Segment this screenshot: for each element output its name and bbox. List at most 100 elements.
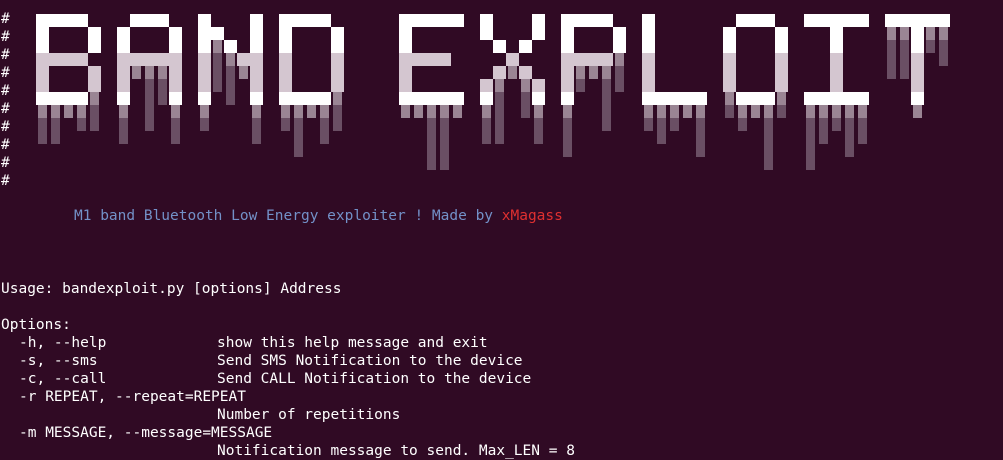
banner-pixel bbox=[749, 92, 762, 105]
banner-drip bbox=[145, 105, 154, 118]
banner-pixel bbox=[279, 92, 292, 105]
banner-drip bbox=[495, 79, 504, 92]
banner-pixel bbox=[117, 66, 130, 79]
banner-drip bbox=[764, 105, 773, 118]
banner-pixel bbox=[224, 40, 237, 53]
banner-pixel bbox=[736, 92, 749, 105]
banner-pixel bbox=[532, 14, 545, 27]
banner-pixel bbox=[655, 92, 668, 105]
banner-pixel bbox=[88, 40, 101, 53]
banner-pixel bbox=[412, 53, 425, 66]
banner-pixel bbox=[911, 27, 924, 40]
banner-pixel bbox=[117, 27, 130, 40]
banner-drip bbox=[738, 105, 747, 118]
banner-pixel bbox=[911, 53, 924, 66]
banner-drip bbox=[563, 105, 572, 118]
banner-drip bbox=[90, 118, 99, 131]
banner-pixel bbox=[762, 92, 775, 105]
banner-drip bbox=[806, 105, 815, 118]
banner-drip bbox=[90, 105, 99, 118]
banner-drip bbox=[900, 27, 909, 40]
banner-pixel bbox=[723, 66, 736, 79]
banner-drip bbox=[132, 66, 141, 79]
banner-pixel bbox=[898, 14, 911, 27]
banner-drip bbox=[119, 118, 128, 131]
banner-pixel bbox=[480, 79, 493, 92]
banner-drip bbox=[751, 105, 760, 118]
banner-pixel bbox=[587, 14, 600, 27]
banner-drip bbox=[440, 105, 449, 118]
terminal-window[interactable]: # # # # # # # # # # M1 band Bluetooth Low Energy … bbox=[0, 0, 1003, 460]
banner-pixel bbox=[723, 27, 736, 40]
banner-drip bbox=[900, 66, 909, 79]
banner-pixel bbox=[331, 66, 344, 79]
banner-drip bbox=[657, 118, 666, 131]
banner-drip bbox=[119, 131, 128, 144]
banner-drip bbox=[495, 92, 504, 105]
banner-pixel bbox=[817, 14, 830, 27]
option-help-desc: show this help message and exit bbox=[217, 335, 488, 351]
banner-pixel bbox=[198, 66, 211, 79]
banner-drip bbox=[90, 92, 99, 105]
banner-drip bbox=[845, 118, 854, 131]
banner-drip bbox=[764, 131, 773, 144]
tagline: M1 band Bluetooth Low Energy exploiter !… bbox=[74, 207, 563, 225]
banner-drip bbox=[213, 66, 222, 79]
banner-drip bbox=[119, 105, 128, 118]
banner-pixel bbox=[143, 14, 156, 27]
banner-drip bbox=[495, 118, 504, 131]
banner-comment-mark: # bbox=[1, 137, 10, 153]
banner-drip bbox=[563, 118, 572, 131]
banner-drip bbox=[738, 118, 747, 131]
banner-pixel bbox=[169, 27, 182, 40]
banner-pixel bbox=[198, 53, 211, 66]
banner-pixel bbox=[830, 14, 843, 27]
banner-drip bbox=[777, 92, 786, 105]
banner-pixel bbox=[519, 66, 532, 79]
banner-pixel bbox=[506, 53, 519, 66]
banner-pixel bbox=[318, 92, 331, 105]
banner-drip bbox=[806, 157, 815, 170]
banner-drip bbox=[832, 118, 841, 131]
banner-pixel bbox=[519, 40, 532, 53]
banner-pixel bbox=[587, 53, 600, 66]
banner-drip bbox=[670, 105, 679, 118]
banner-drip bbox=[806, 131, 815, 144]
banner-pixel bbox=[642, 14, 655, 27]
banner-pixel bbox=[911, 66, 924, 79]
banner-comment-mark: # bbox=[1, 101, 10, 117]
banner-drip bbox=[427, 144, 436, 157]
banner-pixel bbox=[480, 92, 493, 105]
banner-comment-mark: # bbox=[1, 173, 10, 189]
banner-drip bbox=[696, 118, 705, 131]
banner-pixel bbox=[480, 14, 493, 27]
banner-pixel bbox=[88, 27, 101, 40]
banner-pixel bbox=[250, 14, 263, 27]
banner-drip bbox=[887, 27, 896, 40]
banner-drip bbox=[683, 105, 692, 118]
banner-drip bbox=[615, 53, 624, 66]
banner-drip bbox=[200, 105, 209, 118]
banner-drip bbox=[670, 118, 679, 131]
banner-pixel bbox=[830, 40, 843, 53]
banner-pixel bbox=[117, 40, 130, 53]
banner-pixel bbox=[642, 79, 655, 92]
banner-pixel bbox=[561, 14, 574, 27]
banner-pixel bbox=[130, 14, 143, 27]
banner-pixel bbox=[237, 53, 250, 66]
banner-drip bbox=[602, 66, 611, 79]
banner-pixel bbox=[561, 27, 574, 40]
banner-drip bbox=[602, 118, 611, 131]
banner-drip bbox=[427, 157, 436, 170]
banner-pixel bbox=[399, 53, 412, 66]
banner-drip bbox=[320, 131, 329, 144]
option-repeat-flag: -r REPEAT, --repeat=REPEAT bbox=[19, 389, 246, 405]
banner-drip bbox=[495, 105, 504, 118]
banner-drip bbox=[77, 105, 86, 118]
banner-pixel bbox=[117, 79, 130, 92]
banner-drip bbox=[281, 118, 290, 131]
banner-pixel bbox=[911, 40, 924, 53]
banner-pixel bbox=[830, 79, 843, 92]
banner-drip bbox=[414, 105, 423, 118]
banner-drip bbox=[777, 105, 786, 118]
